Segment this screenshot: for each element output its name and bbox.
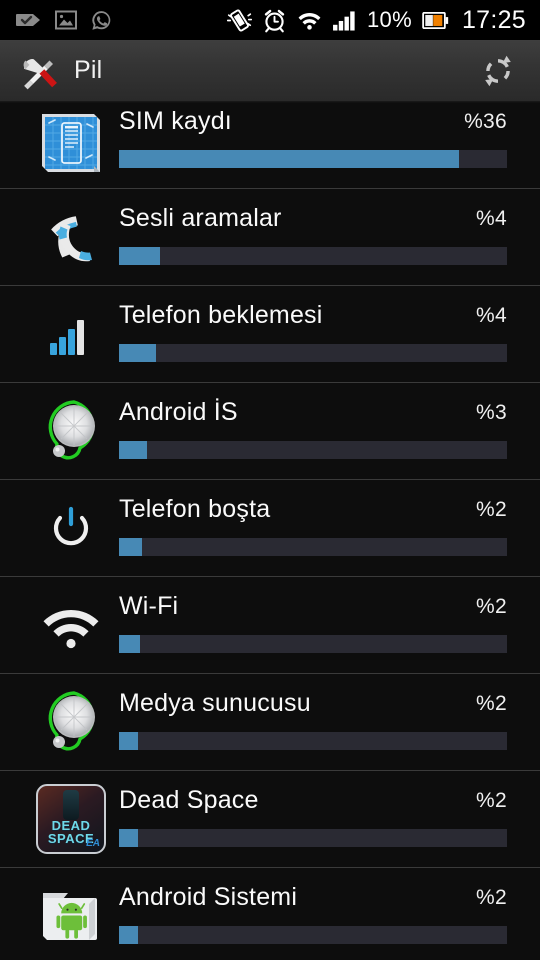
page-title: Pil (74, 56, 103, 84)
usage-progress-track (119, 344, 507, 362)
dead-space-figure (63, 790, 79, 820)
usage-progress-track (119, 635, 507, 653)
power-icon (33, 490, 109, 566)
list-item-label: Medya sunucusu (119, 689, 311, 717)
list-item[interactable]: Medya sunucusu %2 (0, 674, 540, 771)
list-item-label: Telefon boşta (119, 495, 271, 523)
dead-space-artwork: DEAD SPACE EA (36, 784, 106, 854)
list-item-percent: %36 (464, 110, 507, 133)
usage-progress-track (119, 732, 507, 750)
list-item[interactable]: Sesli aramalar %4 (0, 189, 540, 286)
usage-progress-track (119, 829, 507, 847)
cellular-signal-icon (333, 10, 355, 31)
list-item[interactable]: Telefon boşta %2 (0, 480, 540, 577)
ea-logo: EA (86, 838, 100, 849)
usage-progress-track (119, 247, 507, 265)
list-item-percent: %2 (476, 595, 507, 618)
usage-progress-fill (119, 926, 138, 944)
refresh-button[interactable] (476, 49, 520, 93)
usage-progress-fill (119, 344, 156, 362)
battery-percent-label: 10% (367, 7, 412, 32)
usage-progress-track (119, 441, 507, 459)
list-item-percent: %2 (476, 692, 507, 715)
whatsapp-icon (92, 10, 111, 30)
list-item-label: SIM kaydı (119, 107, 232, 135)
clock-label: 17:25 (461, 5, 526, 34)
usage-progress-fill (119, 829, 138, 847)
refresh-icon (485, 55, 511, 86)
tag-check-icon (16, 14, 40, 26)
usage-progress-fill (119, 732, 139, 750)
list-item-percent: %2 (476, 498, 507, 521)
list-item-percent: %2 (476, 789, 507, 812)
list-item-percent: %2 (476, 886, 507, 909)
android-system-icon (33, 879, 109, 955)
phone-screen: 10% 17:25 Pil SIM kaydı %36 Sesli aramal… (0, 0, 540, 960)
usage-progress-track (119, 538, 507, 556)
list-item[interactable]: DEAD SPACE EA Dead Space %2 (0, 771, 540, 868)
battery-usage-list[interactable]: SIM kaydı %36 Sesli aramalar %4 Telefon … (0, 102, 540, 960)
android-os-icon (33, 393, 109, 469)
usage-progress-fill (119, 538, 143, 556)
list-item-label: Dead Space (119, 786, 259, 814)
status-bar-left-icons (10, 9, 113, 32)
list-item-percent: %4 (476, 207, 507, 230)
dead-space-app-icon: DEAD SPACE EA (33, 781, 109, 857)
list-item-label: Sesli aramalar (119, 204, 282, 232)
picture-icon (55, 10, 77, 30)
list-item-label: Wi-Fi (119, 592, 179, 620)
vibrate-icon (227, 8, 252, 32)
usage-progress-fill (119, 635, 141, 653)
battery-icon (422, 11, 449, 29)
usage-progress-track (119, 150, 507, 168)
alarm-clock-icon (264, 9, 285, 32)
wifi-icon (33, 587, 109, 663)
status-bar: 10% 17:25 (0, 0, 540, 40)
usage-progress-fill (119, 247, 160, 265)
usage-progress-track (119, 926, 507, 944)
list-item[interactable]: Android İS %3 (0, 383, 540, 480)
cellular-signal-icon (33, 296, 109, 372)
list-item-percent: %3 (476, 401, 507, 424)
list-item-label: Android İS (119, 398, 238, 426)
list-item-label: Android Sistemi (119, 883, 298, 911)
phone-handset-icon (33, 199, 109, 275)
list-item[interactable]: Telefon beklemesi %4 (0, 286, 540, 383)
list-item-label: Telefon beklemesi (119, 301, 323, 329)
list-item[interactable]: Wi-Fi %2 (0, 577, 540, 674)
status-bar-right-icons: 10% 17:25 (227, 5, 530, 34)
sim-record-icon (33, 105, 109, 181)
usage-progress-fill (119, 150, 459, 168)
list-item[interactable]: Android Sistemi %2 (0, 868, 540, 960)
android-os-icon (33, 684, 109, 760)
wifi-icon (298, 13, 321, 30)
list-item-percent: %4 (476, 304, 507, 327)
list-item[interactable]: SIM kaydı %36 (0, 102, 540, 189)
tools-icon (23, 58, 57, 89)
usage-progress-fill (119, 441, 148, 459)
action-bar: Pil (0, 40, 540, 103)
